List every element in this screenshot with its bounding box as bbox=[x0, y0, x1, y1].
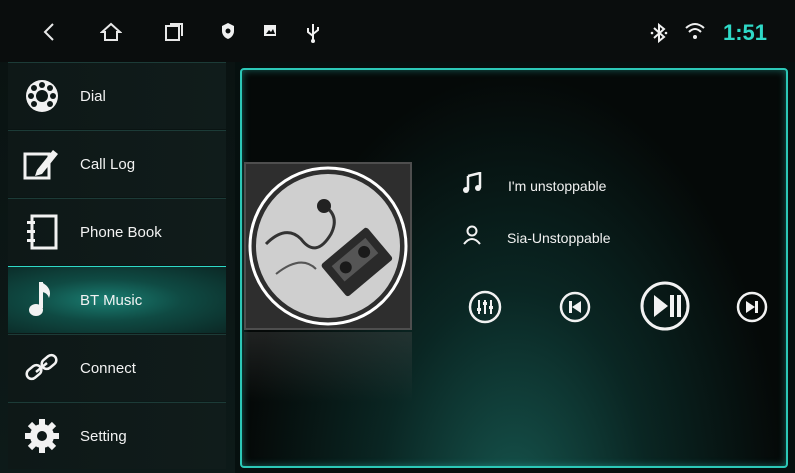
music-player-panel: I'm unstoppable Sia-Unstoppable bbox=[240, 68, 788, 468]
sidebar-item-label: BT Music bbox=[80, 291, 143, 309]
link-icon bbox=[22, 348, 62, 388]
play-pause-icon bbox=[639, 281, 691, 336]
gear-icon bbox=[22, 416, 62, 456]
equalizer-button[interactable] bbox=[468, 290, 502, 329]
sidebar: Dial Call Log Phone Book BT Music Connec… bbox=[0, 62, 235, 473]
call-log-icon bbox=[22, 144, 62, 184]
recent-apps-icon[interactable] bbox=[164, 22, 184, 42]
sidebar-item-label: Dial bbox=[80, 87, 106, 105]
sidebar-item-label: Phone Book bbox=[80, 223, 162, 241]
clock: 1:51 bbox=[722, 20, 767, 45]
home-icon[interactable] bbox=[100, 22, 122, 42]
usb-icon bbox=[306, 22, 320, 44]
sidebar-item-label: Call Log bbox=[80, 155, 136, 173]
wifi-icon bbox=[684, 22, 706, 40]
sidebar-item-label: Connect bbox=[80, 359, 136, 377]
next-button[interactable] bbox=[736, 291, 768, 328]
person-icon bbox=[463, 224, 481, 251]
sidebar-item-call-log[interactable]: Call Log bbox=[8, 130, 226, 197]
album-reflection bbox=[244, 332, 412, 402]
sidebar-item-setting[interactable]: Setting bbox=[8, 402, 226, 469]
equalizer-icon bbox=[468, 290, 502, 328]
music-note-icon bbox=[22, 280, 62, 320]
sidebar-item-label: Setting bbox=[80, 427, 127, 445]
sidebar-item-connect[interactable]: Connect bbox=[8, 334, 226, 401]
album-art bbox=[244, 162, 412, 330]
play-pause-button[interactable] bbox=[639, 280, 691, 337]
bluetooth-icon bbox=[650, 22, 668, 44]
dial-icon bbox=[22, 76, 62, 116]
phone-book-icon bbox=[22, 212, 62, 252]
music-note-icon bbox=[462, 171, 482, 199]
artist-row: Sia-Unstoppable bbox=[463, 224, 611, 251]
back-icon[interactable] bbox=[42, 22, 56, 42]
track-title: I'm unstoppable bbox=[508, 177, 607, 194]
sidebar-item-dial[interactable]: Dial bbox=[8, 62, 226, 129]
previous-button[interactable] bbox=[559, 291, 591, 328]
next-icon bbox=[736, 291, 768, 327]
status-bar: 1:51 bbox=[0, 0, 795, 62]
sidebar-item-phone-book[interactable]: Phone Book bbox=[8, 198, 226, 265]
artist-name: Sia-Unstoppable bbox=[507, 229, 611, 246]
previous-icon bbox=[559, 291, 591, 327]
sidebar-item-bt-music[interactable]: BT Music bbox=[8, 266, 226, 333]
shield-icon bbox=[221, 22, 235, 40]
track-row: I'm unstoppable bbox=[462, 171, 607, 199]
image-icon bbox=[263, 22, 277, 38]
